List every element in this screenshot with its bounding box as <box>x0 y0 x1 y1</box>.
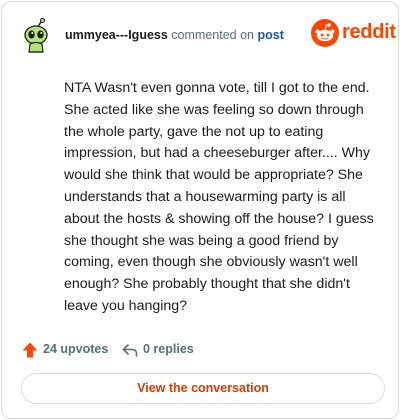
reddit-brand[interactable]: reddit <box>311 19 396 49</box>
replies-stat[interactable]: 0 replies <box>121 340 221 360</box>
comment-card: ummyea---Iguess commented on post reddit <box>1 1 399 419</box>
replies-label: 0 replies <box>143 342 194 356</box>
action-text: commented on <box>171 28 254 42</box>
reddit-snoo-icon <box>311 19 339 47</box>
comment-stats: 24 upvotes 0 replies <box>21 340 321 360</box>
reply-arrow-icon <box>121 341 139 359</box>
comment-body: NTA Wasn't even gonna vote, till I got t… <box>64 80 374 314</box>
username-link[interactable]: ummyea---Iguess <box>65 28 168 42</box>
upvote-arrow-icon <box>21 341 39 359</box>
brand-wordmark: reddit <box>342 21 396 43</box>
comment-header: ummyea---Iguess commented on post reddit <box>21 18 396 54</box>
comment-meta: ummyea---Iguess commented on post <box>65 28 284 42</box>
view-conversation-button[interactable]: View the conversation <box>21 373 385 404</box>
upvotes-stat[interactable]: 24 upvotes <box>21 340 111 360</box>
post-link[interactable]: post <box>257 28 283 42</box>
upvotes-label: 24 upvotes <box>43 342 109 356</box>
alien-avatar-icon[interactable] <box>21 18 55 54</box>
